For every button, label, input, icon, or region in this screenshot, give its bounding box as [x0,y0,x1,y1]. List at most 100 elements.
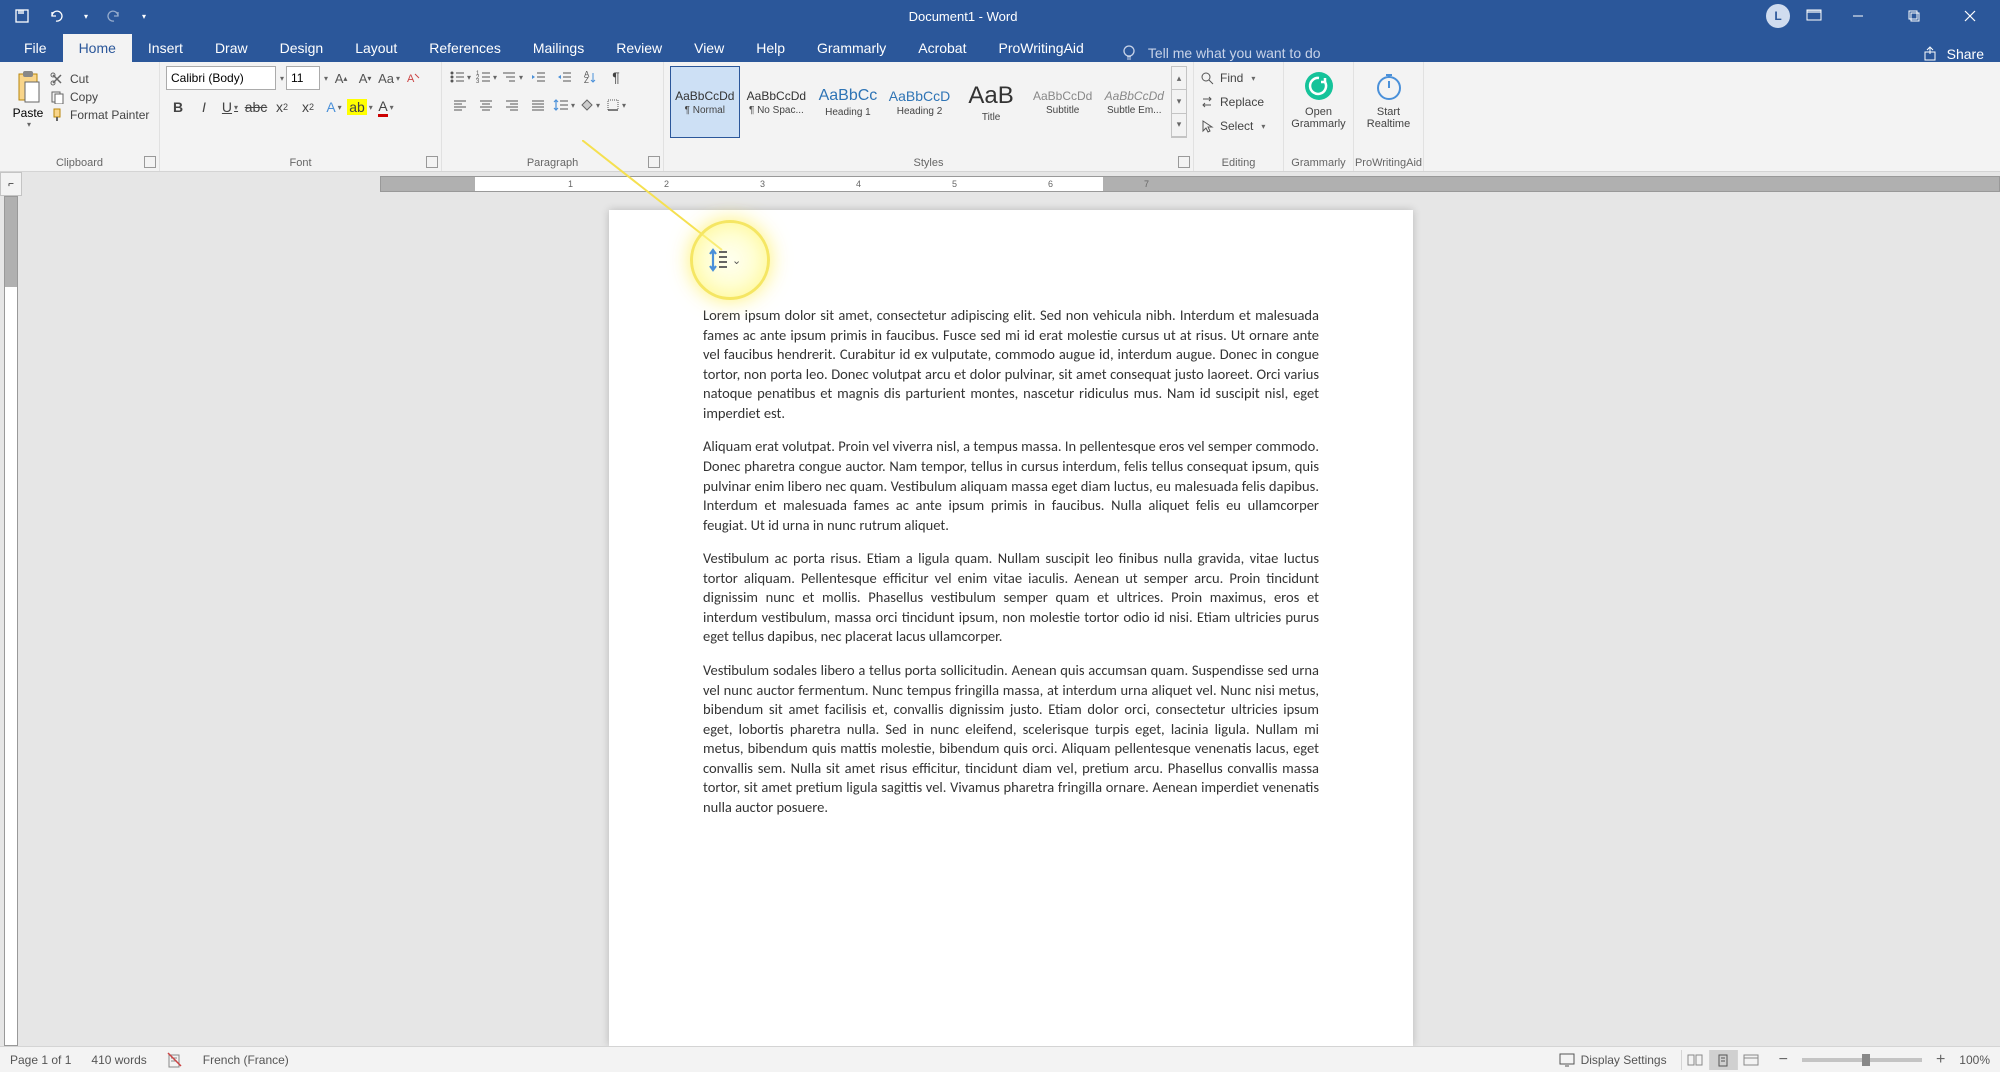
find-button[interactable]: Find▾ [1200,66,1277,90]
tab-layout[interactable]: Layout [339,34,413,62]
style-item[interactable]: AaBbCcDd¶ Normal [670,66,740,138]
select-button[interactable]: Select▾ [1200,114,1277,138]
display-settings-button[interactable]: Display Settings [1559,1053,1667,1067]
language[interactable]: French (France) [203,1053,289,1067]
tab-design[interactable]: Design [264,34,340,62]
page-count[interactable]: Page 1 of 1 [10,1053,71,1067]
redo-icon[interactable] [106,8,122,24]
style-item[interactable]: AaBbCcDHeading 2 [885,66,955,138]
save-icon[interactable] [14,8,30,24]
copy-button[interactable]: Copy [50,90,149,104]
start-realtime-button[interactable]: Start Realtime [1360,66,1417,130]
numbering-button[interactable]: 123▾ [474,66,498,88]
tab-acrobat[interactable]: Acrobat [902,34,982,62]
spell-check-icon[interactable] [167,1052,183,1068]
change-case-button[interactable]: Aa▾ [378,67,400,89]
line-spacing-callout: ⌄ [690,220,770,300]
page[interactable]: Lorem ipsum dolor sit amet, consectetur … [609,210,1413,1046]
bullets-button[interactable]: ▾ [448,66,472,88]
zoom-level[interactable]: 100% [1959,1053,1990,1067]
svg-text:Z: Z [584,76,589,84]
clipboard-group: Paste ▾ Cut Copy Format Painter Clipboar… [0,62,160,171]
font-color-button[interactable]: A▾ [374,96,398,118]
tab-review[interactable]: Review [600,34,678,62]
clipboard-dialog-launcher[interactable] [144,156,156,168]
underline-button[interactable]: U▾ [218,96,242,118]
decrease-indent-button[interactable] [526,66,550,88]
format-painter-button[interactable]: Format Painter [50,108,149,122]
tab-references[interactable]: References [413,34,517,62]
shrink-font-button[interactable]: A▾ [354,67,376,89]
tab-help[interactable]: Help [740,34,801,62]
tab-mailings[interactable]: Mailings [517,34,600,62]
align-right-button[interactable] [500,94,524,116]
styles-scroll-down[interactable]: ▾ [1172,90,1186,113]
ribbon-display-icon[interactable] [1806,9,1822,23]
line-spacing-button[interactable]: ▾ [552,94,576,116]
multilevel-list-button[interactable]: ▾ [500,66,524,88]
font-size-input[interactable] [286,66,320,90]
paragraph[interactable]: Aliquam erat volutpat. Proin vel viverra… [703,437,1319,535]
font-dialog-launcher[interactable] [426,156,438,168]
styles-dialog-launcher[interactable] [1178,156,1190,168]
tell-me-search[interactable]: Tell me what you want to do [1120,44,1321,62]
tab-draw[interactable]: Draw [199,34,264,62]
avatar[interactable]: L [1766,4,1790,28]
align-left-button[interactable] [448,94,472,116]
zoom-slider[interactable] [1802,1058,1922,1062]
text-effects-button[interactable]: A▾ [322,96,346,118]
style-item[interactable]: AaBbCcDdSubtle Em... [1099,66,1169,138]
close-button[interactable] [1950,0,1990,32]
tab-file[interactable]: File [8,34,63,62]
paste-button[interactable]: Paste ▾ [6,66,50,136]
strikethrough-button[interactable]: abc [244,96,268,118]
cut-button[interactable]: Cut [50,72,149,86]
open-grammarly-button[interactable]: Open Grammarly [1290,66,1347,130]
undo-icon[interactable] [48,8,64,24]
justify-button[interactable] [526,94,550,116]
borders-button[interactable]: ▾ [604,94,628,116]
sort-button[interactable]: AZ [578,66,602,88]
minimize-button[interactable] [1838,0,1878,32]
maximize-button[interactable] [1894,0,1934,32]
styles-more[interactable]: ▾ [1172,114,1186,137]
prowritingaid-group: Start Realtime ProWritingAid [1354,62,1424,171]
tab-view[interactable]: View [678,34,740,62]
zoom-in-button[interactable]: + [1936,1051,1945,1069]
styles-scroll-up[interactable]: ▴ [1172,67,1186,90]
clear-formatting-button[interactable]: A [402,67,424,89]
tab-prowritingaid[interactable]: ProWritingAid [982,34,1099,62]
shading-button[interactable]: ▾ [578,94,602,116]
tab-insert[interactable]: Insert [132,34,199,62]
style-item[interactable]: AaBTitle [956,66,1026,138]
replace-button[interactable]: Replace [1200,90,1277,114]
show-hide-button[interactable]: ¶ [604,66,628,88]
italic-button[interactable]: I [192,96,216,118]
paragraph[interactable]: Vestibulum sodales libero a tellus porta… [703,661,1319,818]
word-count[interactable]: 410 words [91,1053,146,1067]
align-center-button[interactable] [474,94,498,116]
tab-grammarly[interactable]: Grammarly [801,34,902,62]
paragraph[interactable]: Vestibulum ac porta risus. Etiam a ligul… [703,549,1319,647]
paragraph-group: ▾ 123▾ ▾ AZ ¶ ▾ ▾ ▾ Paragraph [442,62,664,171]
superscript-button[interactable]: x2 [296,96,320,118]
highlight-button[interactable]: ab▾ [348,96,372,118]
subscript-button[interactable]: x2 [270,96,294,118]
style-item[interactable]: AaBbCcDdSubtitle [1028,66,1098,138]
font-name-input[interactable] [166,66,276,90]
increase-indent-button[interactable] [552,66,576,88]
grow-font-button[interactable]: A▴ [330,67,352,89]
zoom-out-button[interactable]: − [1779,1051,1788,1069]
line-spacing-icon [708,246,728,274]
tab-home[interactable]: Home [63,34,132,62]
bold-button[interactable]: B [166,96,190,118]
paragraph[interactable]: Lorem ipsum dolor sit amet, consectetur … [703,306,1319,423]
share-button[interactable]: Share [1923,46,1984,62]
tab-selector[interactable]: ⌐ [0,172,22,196]
read-mode-button[interactable] [1681,1050,1709,1070]
style-item[interactable]: AaBbCcHeading 1 [813,66,883,138]
web-layout-button[interactable] [1737,1050,1765,1070]
style-item[interactable]: AaBbCcDd¶ No Spac... [742,66,812,138]
paragraph-dialog-launcher[interactable] [648,156,660,168]
print-layout-button[interactable] [1709,1050,1737,1070]
